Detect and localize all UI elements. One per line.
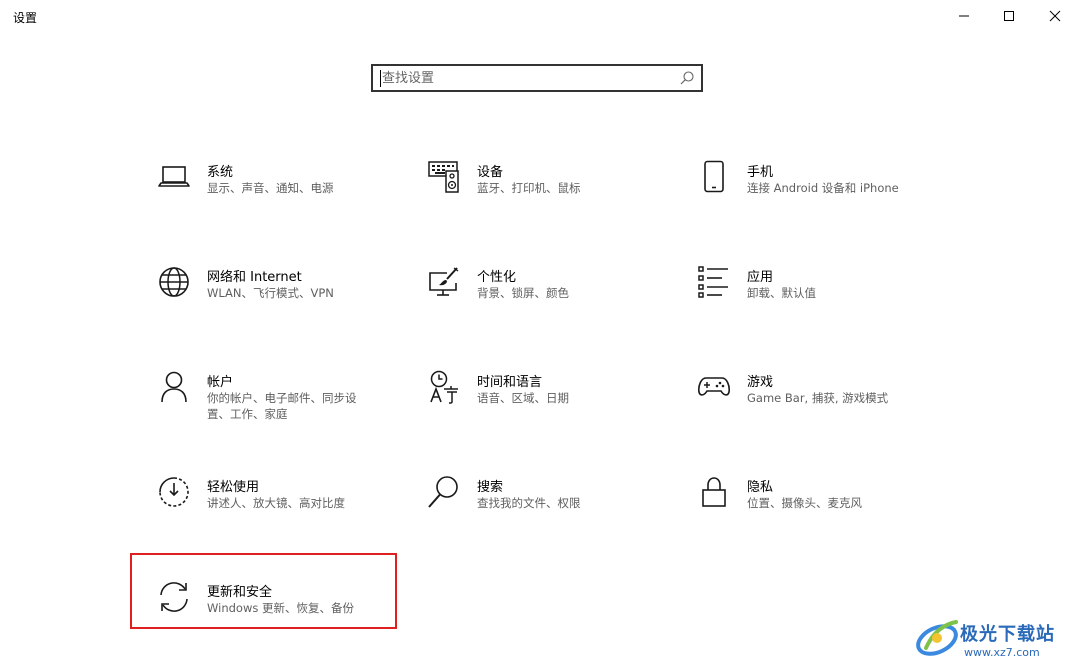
tile-name: 隐私: [747, 480, 774, 495]
time-language-icon: [430, 370, 458, 404]
tile-privacy[interactable]: 隐私 位置、摄像头、麦克风: [697, 475, 957, 545]
tile-name: 帐户: [207, 375, 234, 390]
maximize-button[interactable]: [986, 0, 1032, 32]
minimize-button[interactable]: [941, 0, 987, 32]
tile-gaming[interactable]: 游戏 Game Bar, 捕获, 游戏模式: [697, 370, 957, 440]
tile-time-language[interactable]: 时间和语言 语音、区域、日期: [427, 370, 687, 440]
tile-name: 手机: [747, 165, 774, 180]
close-icon: [1049, 10, 1061, 22]
globe-icon: [159, 267, 189, 297]
tile-description: 语音、区域、日期: [477, 391, 569, 405]
gamepad-icon: [698, 377, 730, 396]
settings-window: 设置 系统 显示、声音、通知、电源: [0, 0, 1078, 670]
tile-ease-of-access[interactable]: 轻松使用 讲述人、放大镜、高对比度: [157, 475, 417, 545]
watermark-url: www.xz7.com: [964, 646, 1040, 659]
title-bar: 设置: [0, 0, 1078, 32]
tile-description: 你的帐户、电子邮件、同步设置、工作、家庭: [207, 391, 357, 421]
ease-of-access-icon: [159, 477, 189, 507]
tile-description: 位置、摄像头、麦克风: [747, 496, 862, 510]
paint-monitor-icon: [429, 267, 459, 296]
search-input[interactable]: [382, 69, 672, 87]
tile-system[interactable]: 系统 显示、声音、通知、电源: [157, 160, 417, 230]
tile-description: 显示、声音、通知、电源: [207, 181, 334, 195]
watermark: 极光下载站 www.xz7.com: [912, 612, 1072, 664]
maximize-icon: [1004, 11, 1014, 21]
tile-name: 游戏: [747, 375, 774, 390]
tile-apps[interactable]: 应用 卸载、默认值: [697, 265, 957, 335]
tile-name: 个性化: [477, 270, 517, 285]
tile-phone[interactable]: 手机 连接 Android 设备和 iPhone: [697, 160, 957, 230]
minimize-icon: [959, 15, 969, 17]
person-icon: [161, 371, 187, 403]
tile-devices[interactable]: 设备 蓝牙、打印机、鼠标: [427, 160, 687, 230]
tile-name: 系统: [207, 165, 234, 180]
tile-search[interactable]: 搜索 查找我的文件、权限: [427, 475, 687, 545]
tile-name: 搜索: [477, 480, 504, 495]
tile-description: Game Bar, 捕获, 游戏模式: [747, 391, 889, 405]
tile-name: 时间和语言: [477, 375, 543, 390]
tile-name: 设备: [477, 165, 504, 180]
window-title: 设置: [13, 11, 38, 25]
tile-description: 蓝牙、打印机、鼠标: [477, 181, 581, 195]
magnifier-icon: [428, 476, 458, 508]
tile-personalization[interactable]: 个性化 背景、锁屏、颜色: [427, 265, 687, 335]
tile-description: 背景、锁屏、颜色: [477, 286, 569, 300]
tile-description: 讲述人、放大镜、高对比度: [207, 496, 345, 510]
close-button[interactable]: [1032, 0, 1078, 32]
tile-network[interactable]: 网络和 Internet WLAN、飞行模式、VPN: [157, 265, 417, 335]
highlight-box: [130, 553, 397, 629]
tile-description: 卸载、默认值: [747, 286, 816, 300]
lock-icon: [702, 477, 726, 507]
laptop-icon: [158, 166, 190, 187]
app-list-icon: [698, 266, 728, 298]
search-icon[interactable]: [679, 70, 695, 86]
tile-name: 网络和 Internet: [207, 270, 302, 285]
tile-name: 轻松使用: [207, 480, 260, 495]
tile-description: WLAN、飞行模式、VPN: [207, 286, 334, 300]
watermark-text: 极光下载站: [960, 624, 1055, 645]
tile-accounts[interactable]: 帐户 你的帐户、电子邮件、同步设置、工作、家庭: [157, 370, 417, 440]
watermark-logo-icon: [916, 620, 958, 656]
tile-description: 连接 Android 设备和 iPhone: [747, 181, 899, 195]
tile-name: 应用: [747, 270, 774, 285]
phone-icon: [704, 160, 724, 193]
tile-description: 查找我的文件、权限: [477, 496, 581, 510]
keyboard-speaker-icon: [428, 161, 459, 193]
search-box[interactable]: [371, 64, 703, 92]
text-caret: [380, 70, 381, 87]
